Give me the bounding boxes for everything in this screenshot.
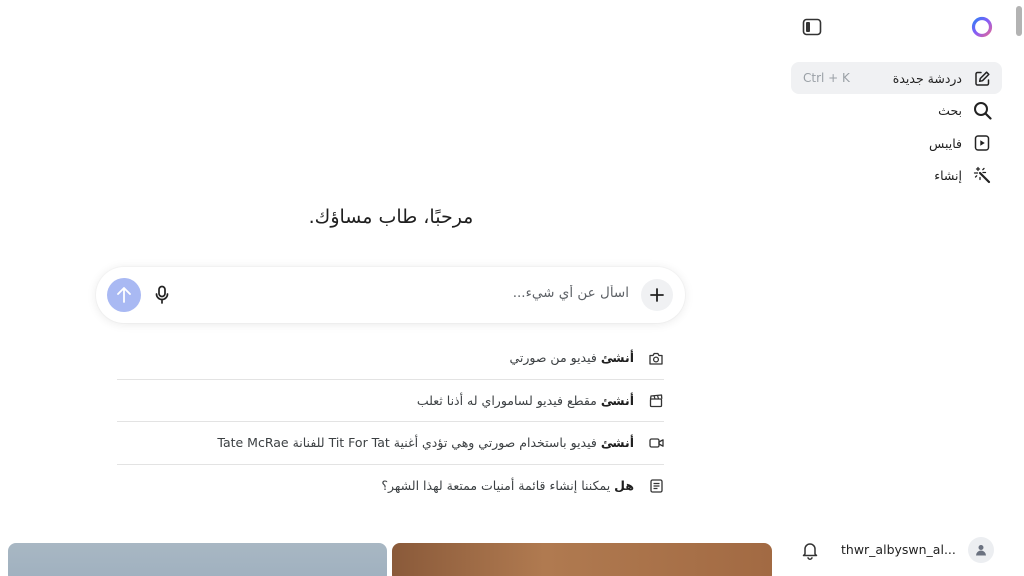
- suggestion-verb: أنشئ: [600, 392, 634, 408]
- suggestion-rest: مقطع فيديو لساموراي له أذنا ثعلب: [416, 392, 601, 408]
- suggestion-text: أنشئ فيديو باستخدام صورتي وهي تؤدي أغنية…: [217, 435, 634, 450]
- avatar-person-icon[interactable]: [968, 537, 994, 563]
- send-button[interactable]: [107, 278, 141, 312]
- suggestion-text: أنشئ فيديو من صورتي: [509, 350, 634, 365]
- document-icon: [648, 478, 664, 494]
- suggestion-verb: أنشئ: [600, 350, 634, 366]
- prompt-input[interactable]: [209, 285, 629, 301]
- microphone-icon[interactable]: [151, 283, 173, 307]
- suggestion-text: هل يمكننا إنشاء قائمة أمنيات ممتعة لهذا …: [381, 478, 634, 493]
- copilot-logo-icon[interactable]: [970, 15, 994, 39]
- bell-icon[interactable]: [800, 540, 820, 560]
- suggestion-verb: هل: [614, 478, 634, 494]
- sidebar-item-search[interactable]: بحث: [791, 94, 1002, 126]
- sidebar-toggle-icon[interactable]: [801, 16, 823, 38]
- sidebar-item-label: بحث: [938, 102, 962, 118]
- sidebar: Ctrl + K دردشة جديدة بحث فايبس إنشاء thw…: [791, 0, 1024, 576]
- suggestion-rest: فيديو من صورتي: [509, 350, 601, 366]
- scrollbar[interactable]: [1016, 6, 1022, 36]
- suggestion-item[interactable]: أنشئ فيديو من صورتي: [117, 337, 664, 380]
- sidebar-item-create[interactable]: إنشاء: [791, 159, 1002, 191]
- magic-wand-icon: [972, 165, 992, 185]
- sidebar-item-label: دردشة جديدة: [892, 70, 962, 86]
- video-camera-icon: [648, 435, 664, 451]
- play-box-icon: [972, 133, 992, 153]
- suggestions-list: أنشئ فيديو من صورتي أنشئ مقطع فيديو لسام…: [117, 337, 664, 507]
- suggestion-rest: فيديو باستخدام صورتي وهي تؤدي أغنية Tit …: [217, 435, 601, 451]
- discover-card-image[interactable]: [392, 543, 772, 576]
- suggestion-rest: يمكننا إنشاء قائمة أمنيات ممتعة لهذا الش…: [381, 478, 615, 494]
- discover-card-image[interactable]: [8, 543, 387, 576]
- clapperboard-icon: [648, 393, 664, 409]
- suggestion-item[interactable]: أنشئ مقطع فيديو لساموراي له أذنا ثعلب: [117, 380, 664, 422]
- shortcut-hint: Ctrl + K: [803, 71, 850, 85]
- suggestion-item[interactable]: أنشئ فيديو باستخدام صورتي وهي تؤدي أغنية…: [117, 422, 664, 465]
- username: thwr_albyswn_al...: [841, 542, 956, 557]
- camera-icon: [648, 350, 664, 366]
- sidebar-item-label: فايبس: [929, 135, 962, 151]
- sidebar-item-vibes[interactable]: فايبس: [791, 127, 1002, 159]
- suggestion-item[interactable]: هل يمكننا إنشاء قائمة أمنيات ممتعة لهذا …: [117, 465, 664, 508]
- suggestion-text: أنشئ مقطع فيديو لساموراي له أذنا ثعلب: [417, 393, 634, 408]
- user-row[interactable]: thwr_albyswn_al...: [792, 534, 1024, 566]
- welcome-heading: مرحبًا، طاب مساؤك.: [308, 206, 474, 228]
- search-icon: [972, 100, 992, 120]
- edit-icon: [972, 68, 992, 88]
- add-attachment-button[interactable]: [641, 279, 673, 311]
- suggestion-verb: أنشئ: [600, 435, 634, 451]
- sidebar-item-label: إنشاء: [934, 167, 962, 183]
- sidebar-item-new-chat[interactable]: Ctrl + K دردشة جديدة: [791, 62, 1002, 94]
- composer: [96, 267, 685, 323]
